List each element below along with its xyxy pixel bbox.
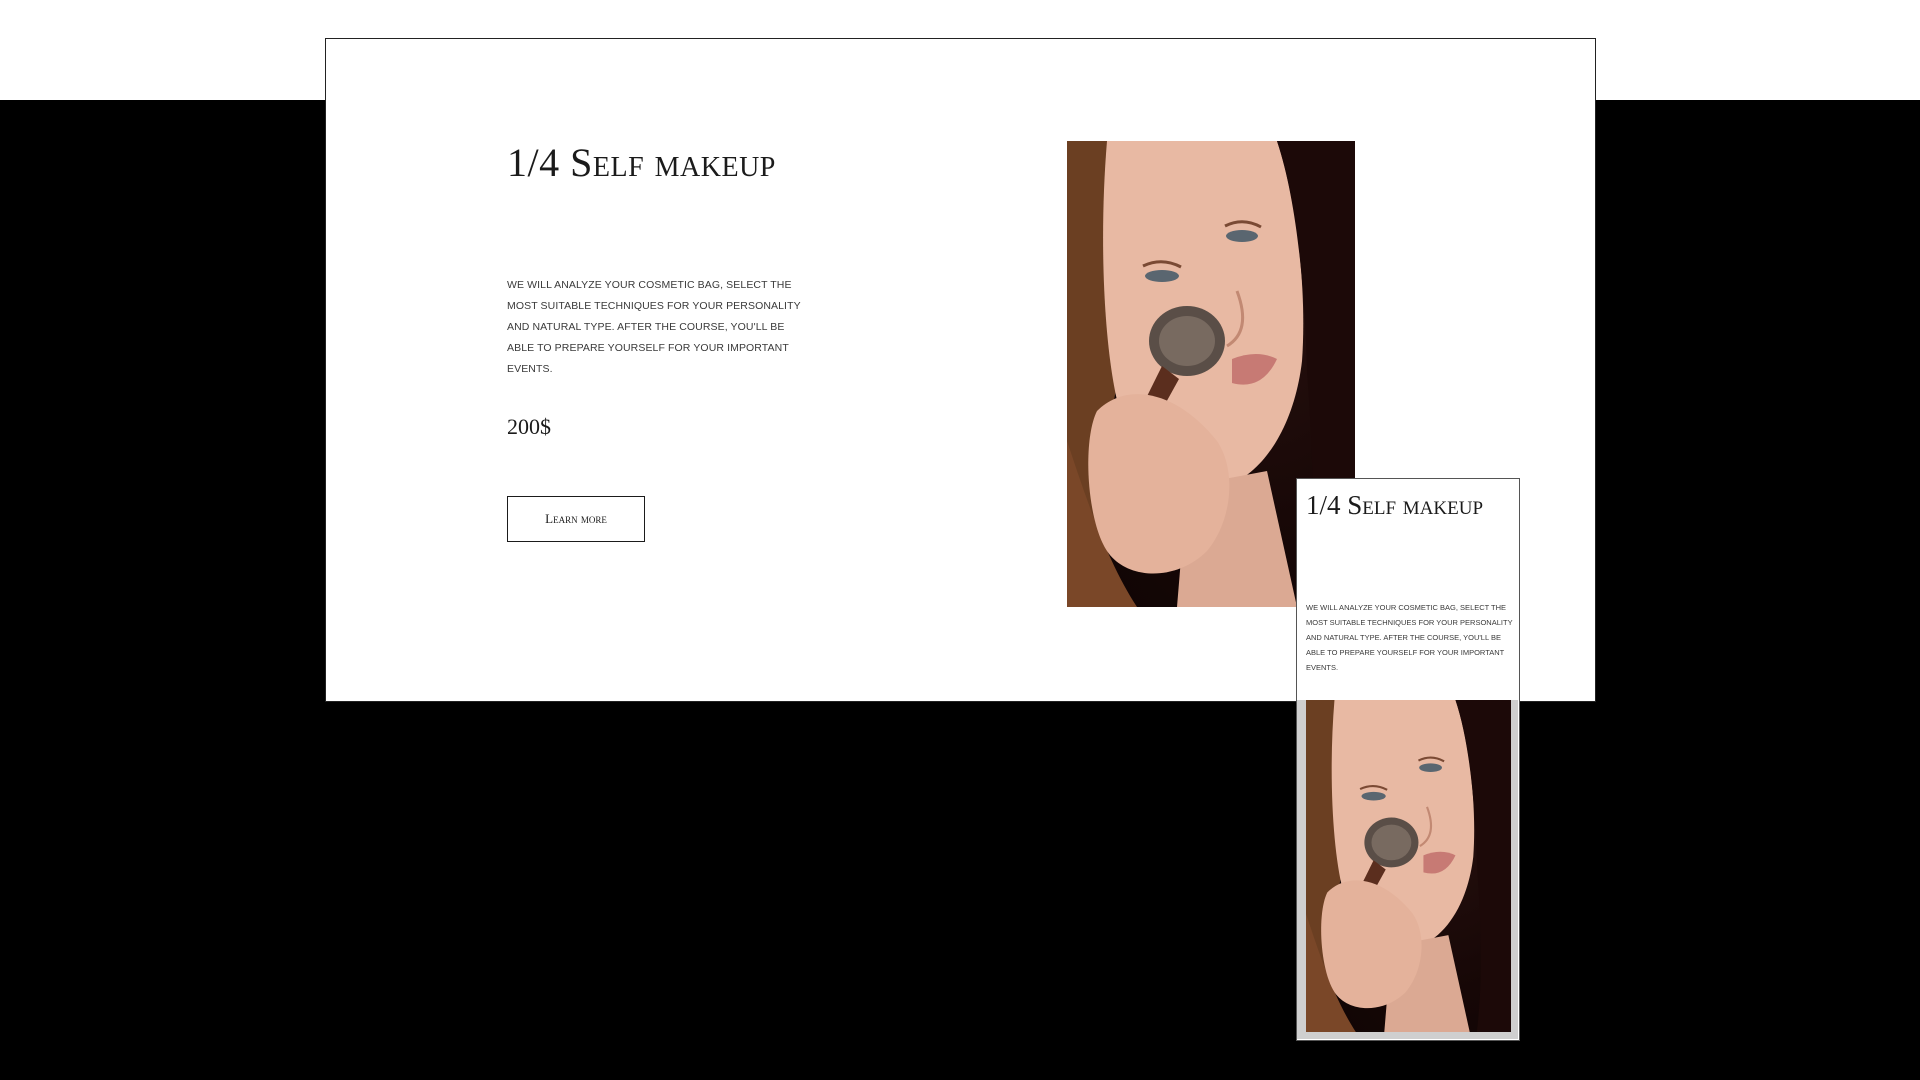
mobile-mockup-card: 1/4 Self makeup We will analyze your cos…	[1296, 478, 1520, 1041]
mobile-photo-frame	[1297, 700, 1518, 1039]
course-description: We will analyze your cosmetic bag, selec…	[507, 279, 801, 375]
mobile-course-title: 1/4 Self makeup	[1306, 490, 1484, 520]
woman-applying-makeup-photo-icon	[1306, 700, 1511, 1032]
learn-more-button[interactable]: Learn more	[507, 496, 645, 542]
course-price: 200$	[507, 414, 551, 439]
course-title: 1/4 Self makeup	[507, 140, 776, 185]
mobile-makeup-photo	[1306, 700, 1511, 1032]
mobile-course-description: We will analyze your cosmetic bag, selec…	[1306, 603, 1513, 672]
